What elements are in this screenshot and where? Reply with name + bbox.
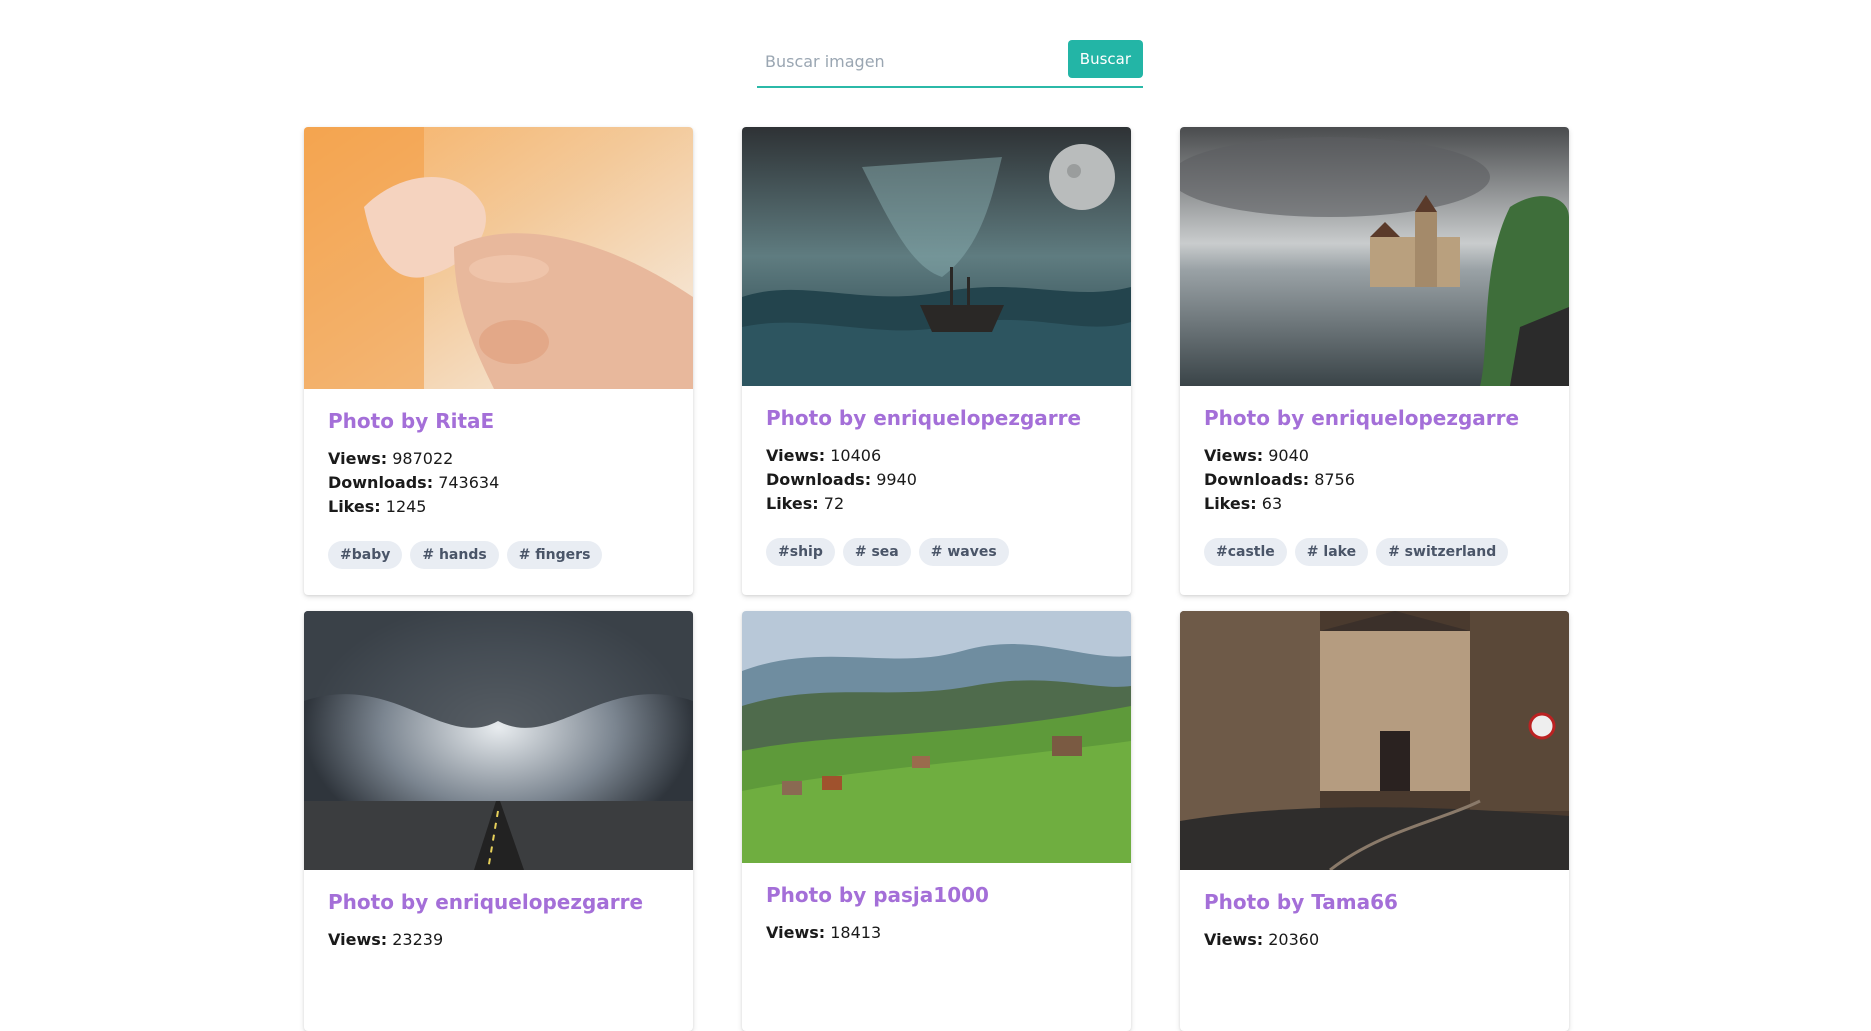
- photo-old-town: [1180, 611, 1569, 870]
- search-button[interactable]: Buscar: [1067, 40, 1143, 78]
- tag-list: #ship # sea # waves: [766, 538, 1107, 566]
- tag-list: #castle # lake # switzerland: [1204, 538, 1545, 566]
- views-stat: Views: 987022: [328, 449, 454, 468]
- tag[interactable]: # hands: [410, 541, 499, 569]
- views-stat: Views: 9040: [1204, 446, 1309, 465]
- photo-castle-lake: [1180, 127, 1569, 386]
- search-input[interactable]: [757, 38, 1085, 84]
- image-card: Photo by RitaE Views: 987022 Downloads: …: [304, 127, 693, 595]
- downloads-stat: Downloads: 9940: [766, 470, 917, 489]
- card-title: Photo by pasja1000: [766, 883, 989, 907]
- tag-list: #baby # hands # fingers: [328, 541, 669, 569]
- tag[interactable]: # sea: [842, 538, 911, 566]
- tag[interactable]: # switzerland: [1376, 538, 1509, 566]
- card-photo[interactable]: [304, 127, 693, 389]
- tag[interactable]: # lake: [1294, 538, 1369, 566]
- likes-stat: Likes: 63: [1204, 494, 1283, 513]
- tag[interactable]: # waves: [918, 538, 1009, 566]
- image-card: Photo by enriquelopezgarre Views: 23239: [304, 611, 693, 1031]
- search-bar: Buscar: [757, 38, 1143, 88]
- card-photo[interactable]: [742, 127, 1131, 386]
- tag[interactable]: #ship: [766, 538, 835, 566]
- photo-ship-sea: [742, 127, 1131, 386]
- card-photo[interactable]: [1180, 127, 1569, 386]
- image-card: Photo by enriquelopezgarre Views: 10406 …: [742, 127, 1131, 595]
- likes-stat: Likes: 1245: [328, 497, 427, 516]
- tag[interactable]: #castle: [1204, 538, 1287, 566]
- views-stat: Views: 10406: [766, 446, 882, 465]
- image-grid: Photo by RitaE Views: 987022 Downloads: …: [304, 127, 1570, 1031]
- card-title: Photo by enriquelopezgarre: [766, 406, 1082, 430]
- views-stat: Views: 20360: [1204, 930, 1320, 949]
- card-title: Photo by Tama66: [1204, 890, 1398, 914]
- card-title: Photo by enriquelopezgarre: [1204, 406, 1520, 430]
- photo-baby-hand: [304, 127, 693, 389]
- card-photo[interactable]: [742, 611, 1131, 863]
- downloads-stat: Downloads: 8756: [1204, 470, 1355, 489]
- photo-cows-meadow: [742, 611, 1131, 863]
- card-photo[interactable]: [1180, 611, 1569, 870]
- card-title: Photo by RitaE: [328, 409, 495, 433]
- tag[interactable]: # fingers: [506, 541, 603, 569]
- likes-stat: Likes: 72: [766, 494, 845, 513]
- views-stat: Views: 18413: [766, 923, 882, 942]
- views-stat: Views: 23239: [328, 930, 444, 949]
- photo-storm-road: [304, 611, 693, 870]
- image-card: Photo by Tama66 Views: 20360: [1180, 611, 1569, 1031]
- image-card: Photo by pasja1000 Views: 18413: [742, 611, 1131, 1031]
- tag[interactable]: #baby: [328, 541, 403, 569]
- card-photo[interactable]: [304, 611, 693, 870]
- image-card: Photo by enriquelopezgarre Views: 9040 D…: [1180, 127, 1569, 595]
- card-title: Photo by enriquelopezgarre: [328, 890, 644, 914]
- downloads-stat: Downloads: 743634: [328, 473, 500, 492]
